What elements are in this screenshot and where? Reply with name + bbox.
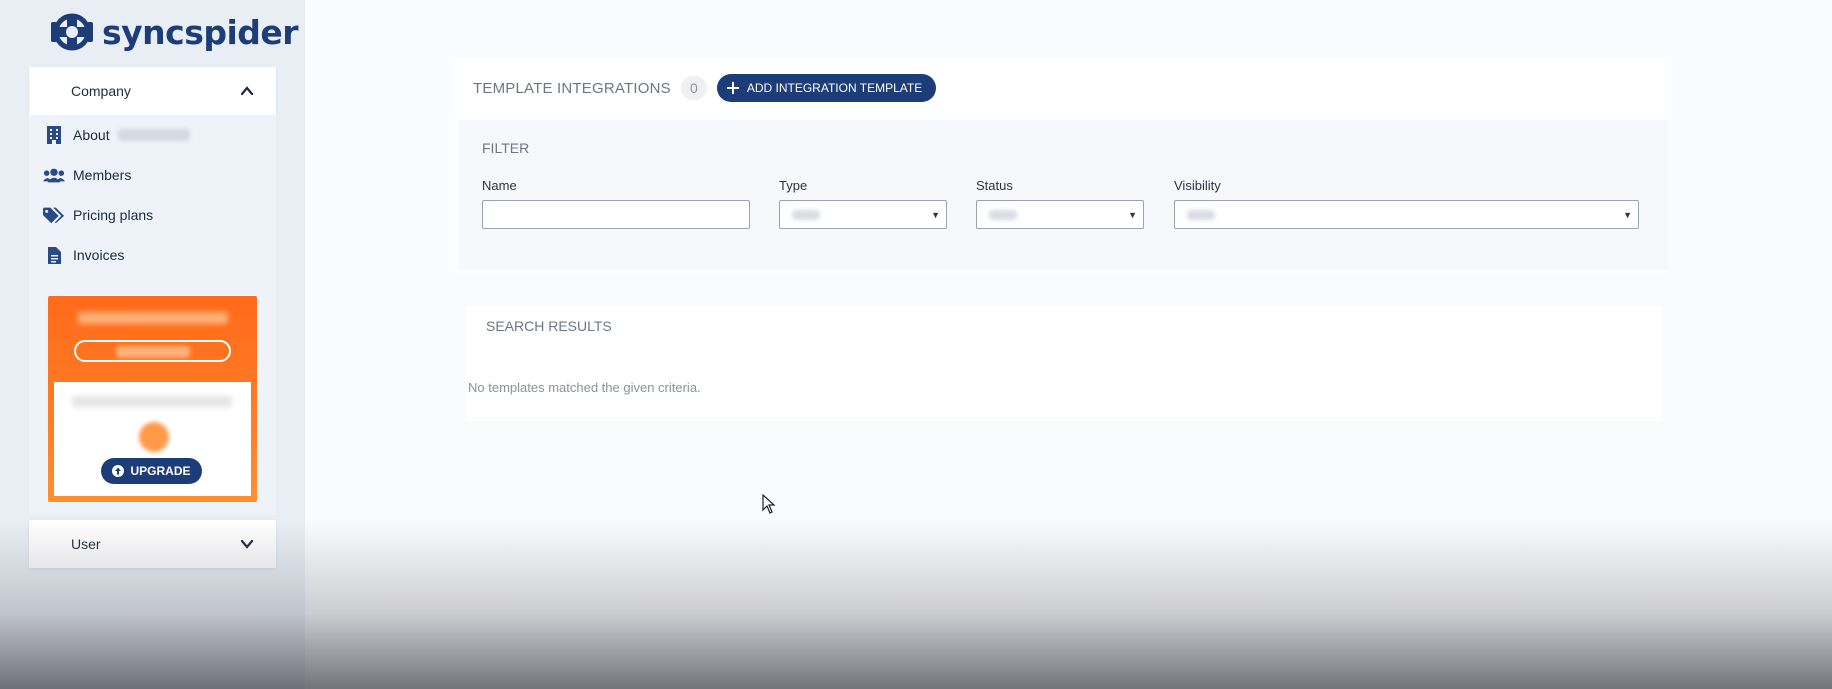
sidebar-item-members[interactable]: Members: [43, 165, 131, 185]
no-results-message: No templates matched the given criteria.: [468, 380, 701, 395]
search-results-title: SEARCH RESULTS: [486, 318, 612, 334]
visibility-label: Visibility: [1174, 178, 1221, 193]
templates-count-badge: 0: [680, 76, 707, 100]
file-icon: [43, 245, 65, 265]
building-icon: [43, 125, 65, 145]
brand-name: syncspider: [102, 12, 299, 52]
name-input[interactable]: [482, 200, 750, 229]
sidebar: syncspider Company About Members Pricing…: [0, 0, 305, 689]
pricing-plan-card: UPGRADE: [48, 296, 257, 502]
type-select[interactable]: ▼: [779, 200, 947, 229]
sidebar-item-label: Invoices: [73, 247, 125, 263]
company-accordion-header[interactable]: Company: [29, 67, 276, 115]
chevron-down-icon: [240, 539, 254, 549]
users-icon: [43, 165, 65, 185]
redacted-usage-label: [72, 396, 232, 407]
user-label: User: [71, 536, 101, 552]
arrow-up-circle-icon: [112, 465, 125, 477]
caret-down-icon: ▼: [931, 209, 940, 220]
name-label: Name: [482, 178, 517, 193]
filter-panel: [458, 120, 1668, 270]
redacted-company-name: [117, 129, 190, 141]
caret-down-icon: ▼: [1128, 209, 1137, 220]
redacted-plan-title: [78, 312, 228, 324]
sidebar-item-invoices[interactable]: Invoices: [43, 245, 124, 265]
visibility-select-value: [1187, 209, 1215, 220]
type-select-value: [792, 209, 820, 220]
templates-title: TEMPLATE INTEGRATIONS: [473, 79, 671, 97]
chevron-up-icon: [240, 86, 254, 96]
search-results-panel: [466, 306, 1662, 421]
company-label: Company: [71, 83, 131, 99]
caret-down-icon: ▼: [1623, 209, 1632, 220]
status-select-value: [989, 209, 1017, 220]
user-accordion-header[interactable]: User: [29, 520, 276, 568]
templates-header: TEMPLATE INTEGRATIONS 0 ADD INTEGRATION …: [473, 74, 937, 102]
plan-usage-card: UPGRADE: [54, 382, 251, 496]
visibility-select[interactable]: ▼: [1174, 200, 1639, 229]
add-integration-template-button[interactable]: ADD INTEGRATION TEMPLATE: [716, 74, 937, 102]
brand-logo[interactable]: syncspider: [50, 10, 299, 54]
status-select[interactable]: ▼: [976, 200, 1144, 229]
mouse-cursor-icon: [762, 494, 776, 514]
current-plan-badge: [74, 340, 231, 362]
upgrade-button[interactable]: UPGRADE: [101, 458, 202, 484]
sidebar-item-about[interactable]: About: [43, 125, 190, 145]
sidebar-item-pricing-plans[interactable]: Pricing plans: [43, 205, 153, 225]
tags-icon: [43, 205, 65, 225]
sidebar-item-label: Members: [73, 167, 132, 183]
plus-icon: [726, 82, 739, 94]
sidebar-item-label: About: [73, 127, 110, 143]
sidebar-item-label: Pricing plans: [73, 207, 154, 223]
type-label: Type: [779, 178, 808, 193]
filter-title: FILTER: [482, 140, 530, 156]
syncspider-logo-icon: [51, 13, 93, 51]
redacted-plan-name: [116, 346, 190, 358]
status-label: Status: [976, 178, 1013, 193]
add-button-label: ADD INTEGRATION TEMPLATE: [746, 81, 923, 95]
upgrade-label: UPGRADE: [130, 464, 191, 478]
usage-indicator: [139, 422, 169, 452]
